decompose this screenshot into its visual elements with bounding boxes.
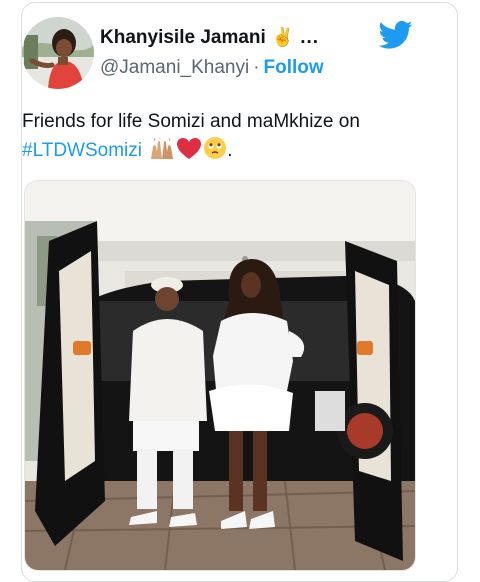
victory-hand-emoji: ✌️ xyxy=(271,27,295,47)
red-heart-emoji xyxy=(177,138,202,169)
display-name-text: Khanyisile Jamani xyxy=(100,27,266,48)
more-options-icon[interactable]: ... xyxy=(300,27,319,48)
profile-avatar[interactable] xyxy=(22,17,94,89)
user-handle[interactable]: @Jamani_Khanyi xyxy=(100,57,249,78)
hashtag-link[interactable]: #LTDWSomizi xyxy=(22,140,142,161)
tweet-text-end: . xyxy=(227,140,233,161)
display-name[interactable]: Khanyisile Jamani ✌️... xyxy=(100,27,319,49)
handle-row: @Jamani_Khanyi · Follow xyxy=(100,57,324,79)
raising-hands-emoji xyxy=(149,137,175,169)
tweet-text: Friends for life Somizi and maMkhize on … xyxy=(22,108,422,169)
follow-button[interactable]: Follow xyxy=(264,57,324,78)
tweet-text-line1: Friends for life Somizi and maMkhize on xyxy=(22,111,360,132)
tweet-photo[interactable] xyxy=(24,180,416,571)
twitter-bird-icon[interactable] xyxy=(379,20,413,50)
pleading-face-emoji xyxy=(203,136,227,169)
separator-dot: · xyxy=(253,57,260,78)
photo-illustration xyxy=(25,181,415,570)
